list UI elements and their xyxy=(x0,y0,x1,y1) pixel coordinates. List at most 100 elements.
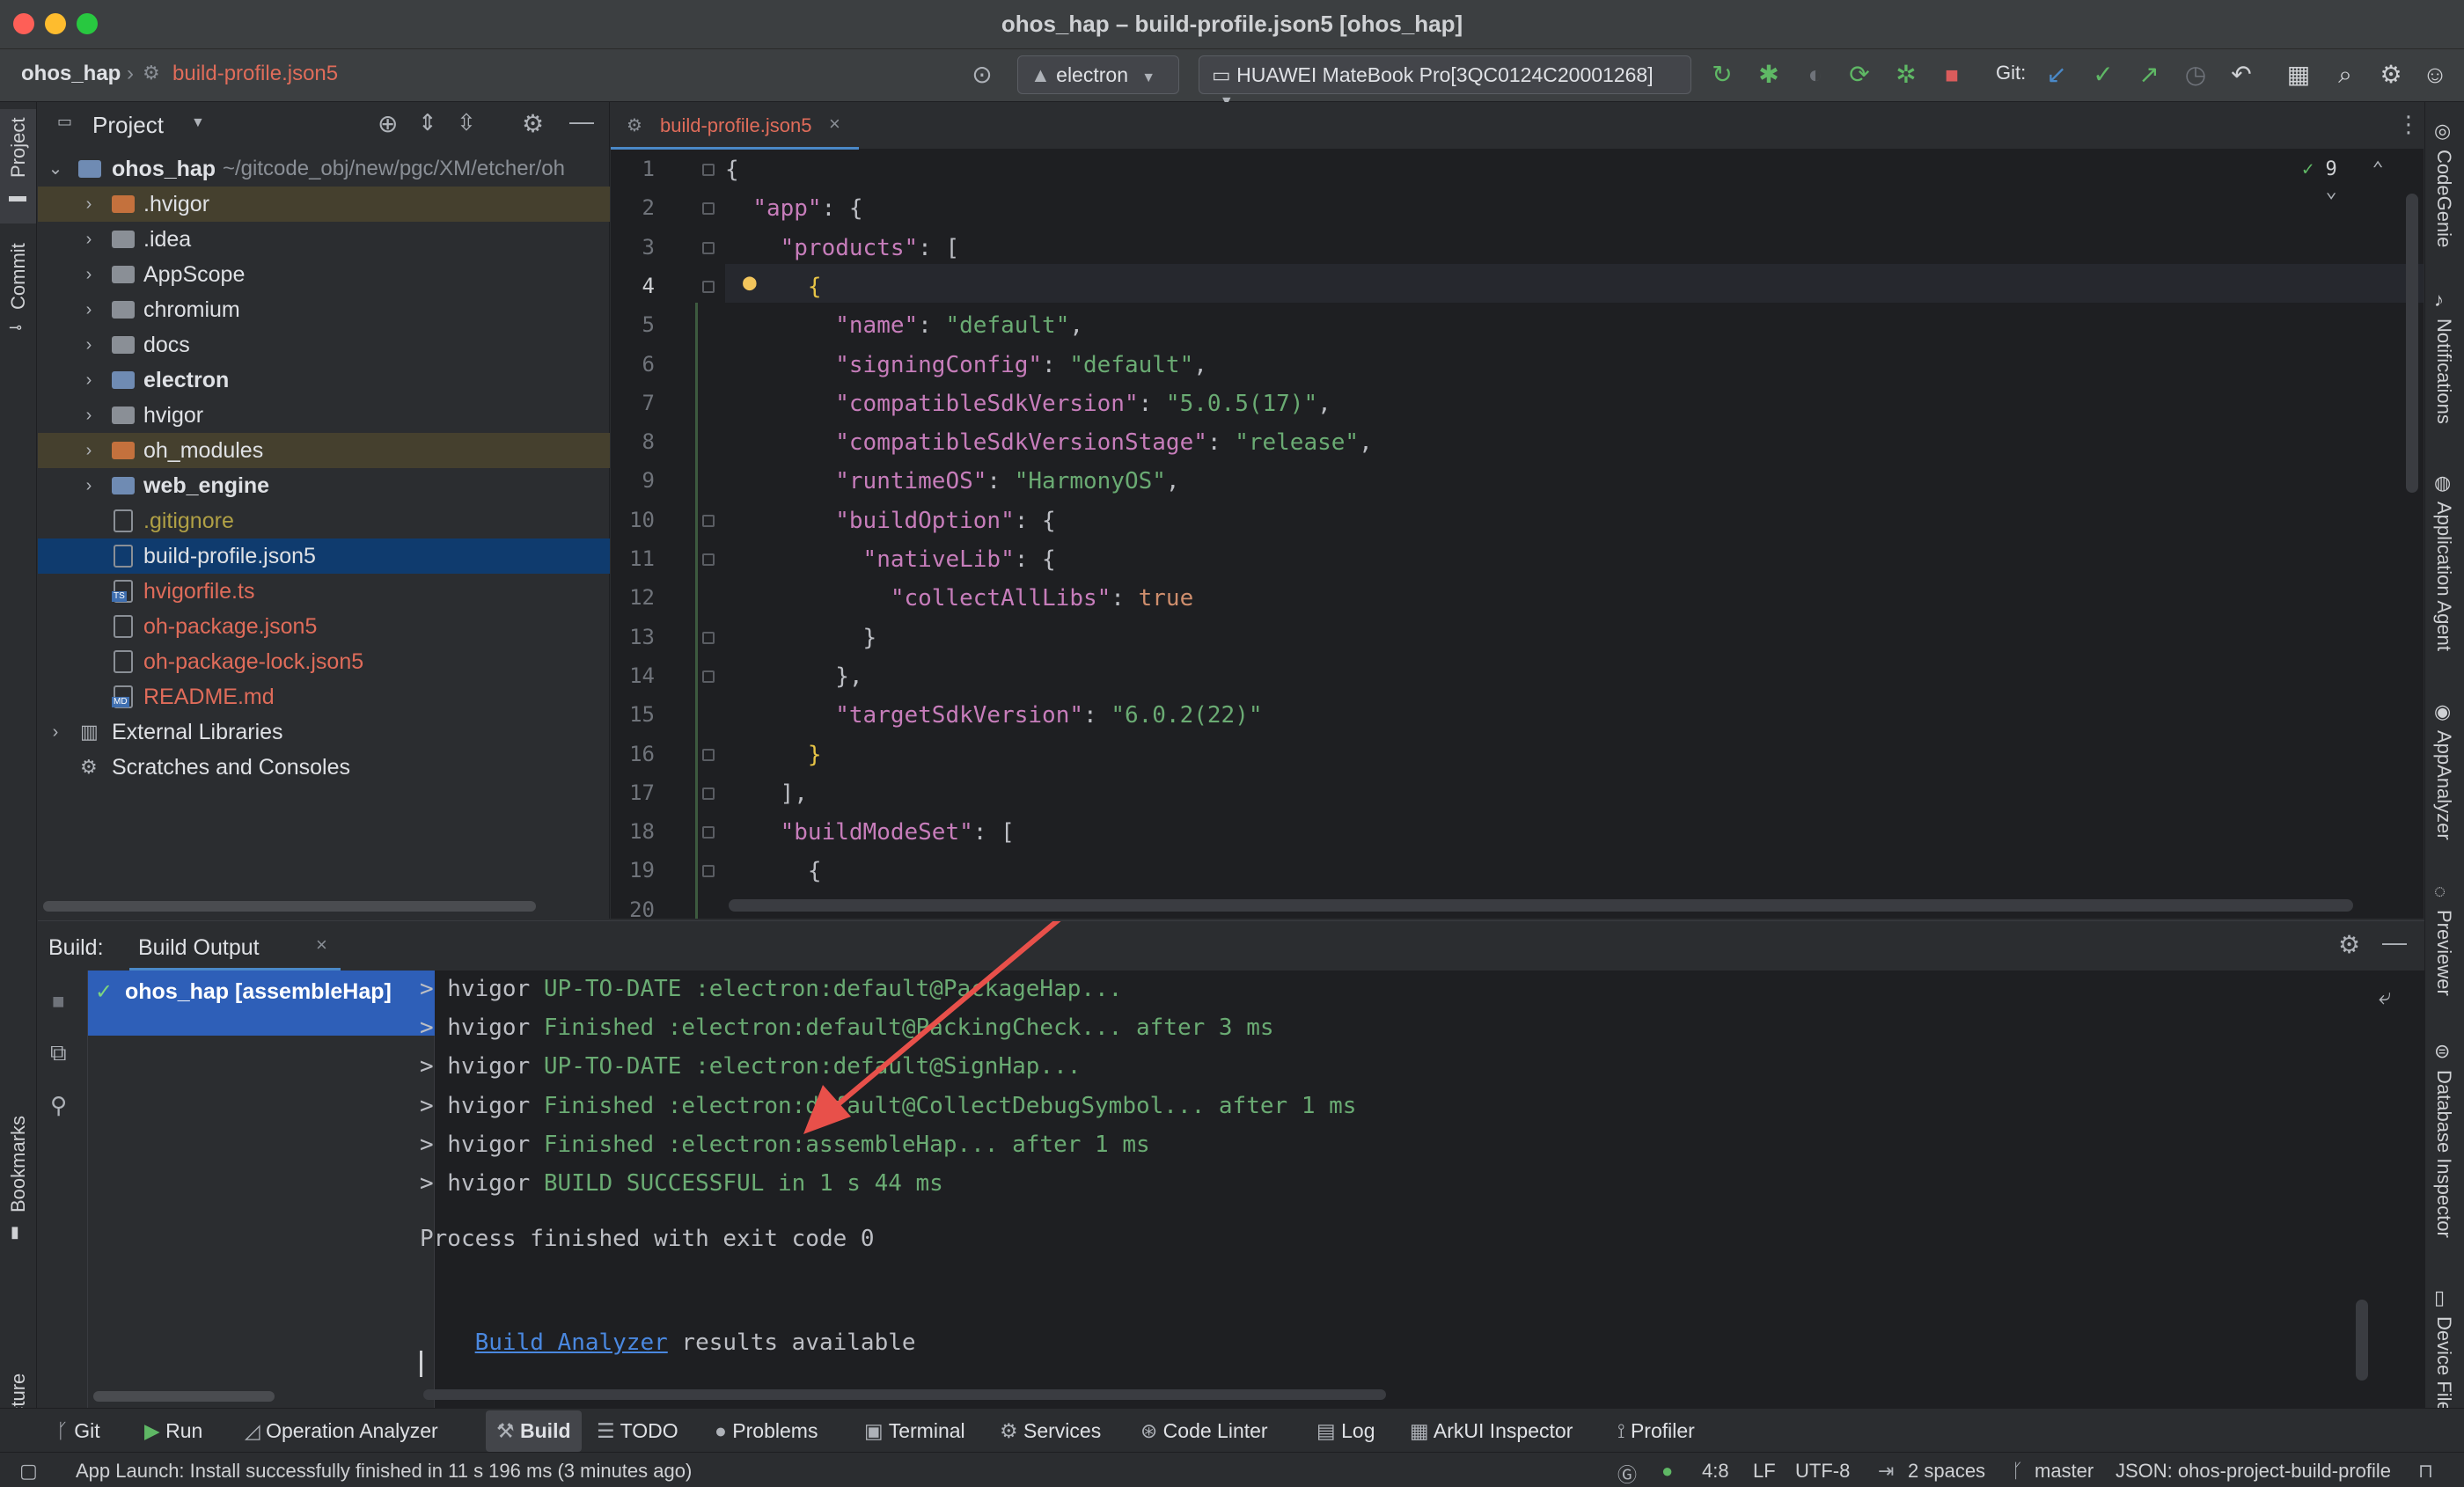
lock-icon[interactable]: ⊓ xyxy=(2418,1460,2433,1483)
fold-marker-icon[interactable] xyxy=(702,631,715,644)
previewer-stripe-label[interactable]: Previewer xyxy=(2432,910,2455,996)
application-agent-stripe-label[interactable]: Application Agent xyxy=(2432,502,2455,651)
project-stripe-label[interactable]: Project xyxy=(7,118,30,178)
toggle-panels-icon[interactable]: ▢ xyxy=(19,1460,38,1483)
connection-status-icon[interactable]: ● xyxy=(1661,1460,1673,1483)
appanalyzer-stripe-label[interactable]: AppAnalyzer xyxy=(2432,730,2455,840)
code-line[interactable]: "targetSdkVersion": "6.0.2(22)" xyxy=(725,702,1262,729)
stop-icon[interactable]: ■ xyxy=(1937,60,1967,90)
code-line[interactable]: "buildModeSet": [ xyxy=(725,819,1015,846)
file-encoding[interactable]: UTF-8 xyxy=(1795,1460,1850,1483)
locate-file-icon[interactable]: ⊕ xyxy=(378,109,398,138)
chevron-right-icon[interactable]: › xyxy=(80,222,98,257)
tree-row[interactable]: › .hvigor xyxy=(38,187,610,222)
project-view-title[interactable]: Project xyxy=(92,112,164,139)
code-line[interactable]: "app": { xyxy=(725,195,862,222)
line-separator[interactable]: LF xyxy=(1753,1460,1776,1483)
code-line[interactable]: "compatibleSdkVersion": "5.0.5(17)", xyxy=(725,391,1331,417)
toolwindow-operation-analyzer[interactable]: ◿ Operation Analyzer xyxy=(245,1419,438,1443)
breadcrumb-file[interactable]: build-profile.json5 xyxy=(172,62,338,86)
database-inspector-stripe-label[interactable]: Database Inspector xyxy=(2432,1070,2455,1238)
fold-marker-icon[interactable] xyxy=(702,826,715,839)
tree-row[interactable]: › oh_modules xyxy=(38,433,610,468)
tree-row-external-libraries[interactable]: › ▥ External Libraries xyxy=(38,714,610,750)
code-line[interactable]: "nativeLib": { xyxy=(725,546,1056,573)
git-history-icon[interactable]: ◷ xyxy=(2181,60,2211,90)
codegenie-stripe-label[interactable]: CodeGenie xyxy=(2432,150,2455,247)
code-line[interactable]: { xyxy=(725,157,739,183)
chevron-down-icon[interactable]: ⌄ xyxy=(2302,180,2336,202)
git-commit-icon[interactable]: ✓ xyxy=(2088,60,2118,90)
attach-debugger-icon[interactable]: ◐ xyxy=(1800,60,1830,90)
debug-icon[interactable]: ✱ xyxy=(1754,60,1784,90)
code-line[interactable]: }, xyxy=(725,663,862,690)
code-line[interactable]: ], xyxy=(725,780,808,807)
chevron-right-icon[interactable]: › xyxy=(80,398,98,433)
editor-vertical-scrollbar[interactable] xyxy=(2406,194,2418,493)
git-push-icon[interactable]: ↗ xyxy=(2134,60,2164,90)
fold-marker-icon[interactable] xyxy=(702,514,715,527)
fold-marker-icon[interactable] xyxy=(702,241,715,254)
account-icon[interactable]: ☺ xyxy=(2420,60,2450,90)
tree-row[interactable]: › hvigor xyxy=(38,398,610,433)
code-line[interactable]: { xyxy=(725,274,822,300)
tree-row[interactable]: › .idea xyxy=(38,222,610,257)
fold-marker-icon[interactable] xyxy=(702,670,715,683)
toolwindow-code-linter[interactable]: ⊛ Code Linter xyxy=(1140,1419,1268,1443)
status-message[interactable]: App Launch: Install successfully finishe… xyxy=(76,1460,692,1483)
toolwindow-arkui-inspector[interactable]: ▦ ArkUI Inspector xyxy=(1410,1419,1573,1443)
fold-marker-icon[interactable] xyxy=(702,553,715,566)
fold-marker-icon[interactable] xyxy=(702,787,715,800)
chevron-right-icon[interactable]: › xyxy=(47,714,64,750)
code-line[interactable]: } xyxy=(725,742,822,768)
code-line[interactable]: "runtimeOS": "HarmonyOS", xyxy=(725,468,1179,494)
code-line[interactable]: { xyxy=(725,858,822,884)
expand-all-icon[interactable]: ⇕ xyxy=(418,109,437,136)
chevron-right-icon[interactable]: › xyxy=(80,257,98,292)
code-editor[interactable]: 1 2 3 4 5 6 7 8 9 10 11 12 13 14 15 16 17 18 19 20 { "app":… xyxy=(611,150,2424,919)
chevron-up-icon[interactable]: ⌃ xyxy=(2349,158,2383,180)
git-rollback-icon[interactable]: ↶ xyxy=(2226,60,2256,90)
locate-device-icon[interactable]: ⊙ xyxy=(967,60,997,90)
tree-row[interactable]: oh-package-lock.json5 xyxy=(38,644,610,679)
rerun-icon[interactable]: ⟳ xyxy=(1844,60,1874,90)
chevron-right-icon[interactable]: › xyxy=(80,468,98,503)
search-icon[interactable]: ⌕ xyxy=(2330,60,2360,90)
toolwindow-problems[interactable]: ● Problems xyxy=(715,1419,818,1443)
fold-marker-icon[interactable] xyxy=(702,865,715,878)
chevron-down-icon[interactable]: ▼ xyxy=(191,115,205,131)
tree-root-row[interactable]: ⌄ ohos_hap ~/gitcode_obj/new/pgc/XM/etch… xyxy=(38,151,610,187)
fold-marker-icon[interactable] xyxy=(702,280,715,293)
tree-row[interactable]: › electron xyxy=(38,363,610,398)
tab-build-profile[interactable]: ⚙ build-profile.json5 × xyxy=(611,102,859,150)
code-line[interactable]: "compatibleSdkVersionStage": "release", xyxy=(725,429,1373,456)
options-gear-icon[interactable]: ⚙ xyxy=(522,109,544,138)
collapse-all-icon[interactable]: ⇳ xyxy=(457,109,476,136)
caret-position[interactable]: 4:8 xyxy=(1702,1460,1729,1483)
chevron-expanded-icon[interactable]: ⌄ xyxy=(47,151,64,187)
toolwindow-terminal[interactable]: ▣ Terminal xyxy=(864,1419,965,1443)
fold-marker-icon[interactable] xyxy=(702,164,715,176)
code-line[interactable]: "buildOption": { xyxy=(725,508,1055,534)
run-icon[interactable]: ↻ xyxy=(1707,60,1737,90)
inspection-widget[interactable]: ✓ 9 ⌃ ⌄ xyxy=(2302,158,2424,202)
project-structure-icon[interactable]: ▦ xyxy=(2284,60,2314,90)
commit-stripe-label[interactable]: Commit xyxy=(7,243,30,310)
indent-setting[interactable]: 2 spaces xyxy=(1908,1460,1985,1483)
device-file-stripe-label[interactable]: Device File xyxy=(2432,1316,2455,1412)
tree-row[interactable]: › chromium xyxy=(38,292,610,327)
bookmarks-stripe-label[interactable]: Bookmarks xyxy=(7,1116,30,1212)
toolwindow-services[interactable]: ⚙ Services xyxy=(1000,1419,1101,1443)
toolwindow-todo[interactable]: ☰ TODO xyxy=(597,1419,678,1443)
settings-gear-icon[interactable]: ⚙ xyxy=(2376,60,2406,90)
notifications-stripe-label[interactable]: Notifications xyxy=(2432,319,2455,424)
close-tab-icon[interactable]: × xyxy=(829,113,840,136)
code-line[interactable]: } xyxy=(725,625,877,651)
tree-row[interactable]: TS hvigorfile.ts xyxy=(38,574,610,609)
hide-panel-icon[interactable]: — xyxy=(569,107,594,136)
git-branch[interactable]: master xyxy=(2035,1460,2094,1483)
tree-row-scratches[interactable]: ⚙ Scratches and Consoles xyxy=(38,750,610,785)
chevron-right-icon[interactable]: › xyxy=(80,363,98,398)
tree-row[interactable]: MD README.md xyxy=(38,679,610,714)
git-icon[interactable]: Ⓖ xyxy=(1617,1460,1637,1487)
